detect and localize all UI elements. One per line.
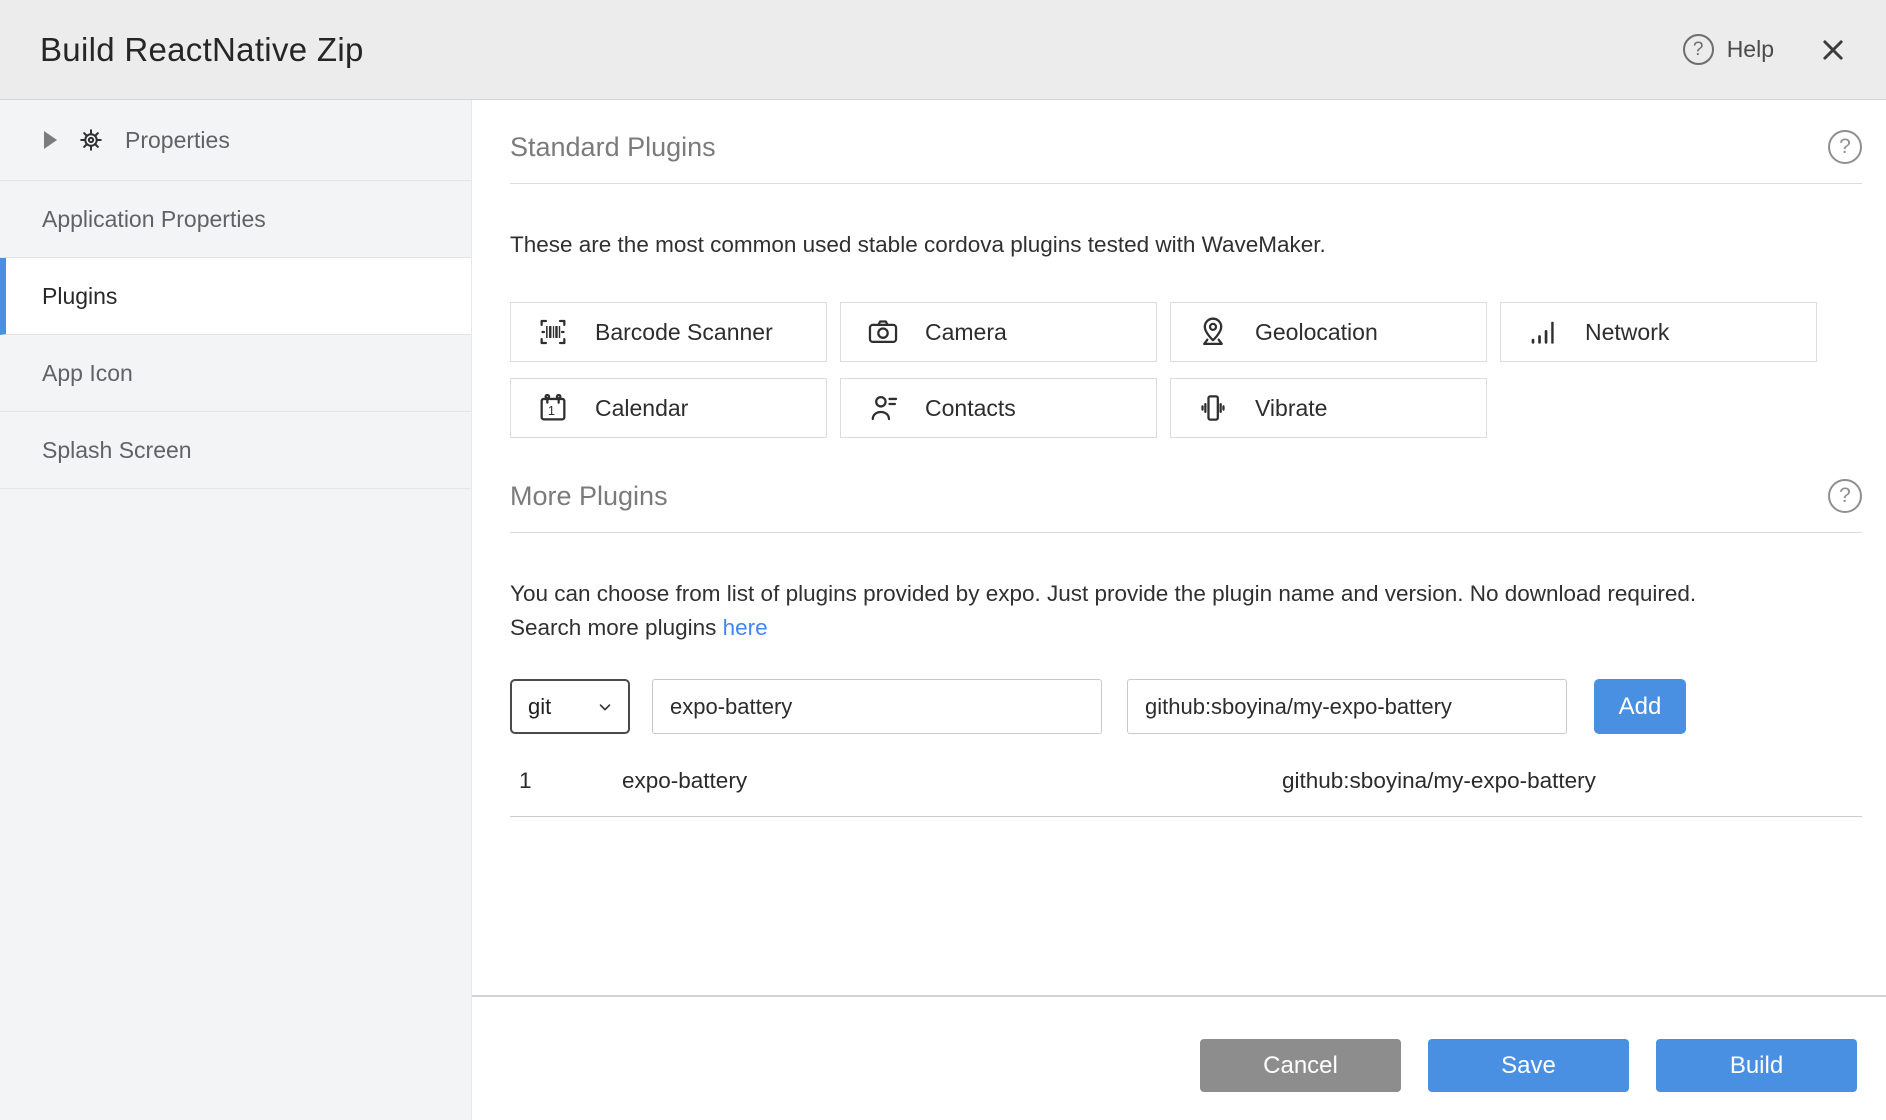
plugin-row-index: 1 xyxy=(510,768,622,794)
sidebar-item-label: Splash Screen xyxy=(42,437,192,464)
plugin-card-network[interactable]: Network xyxy=(1500,302,1817,362)
sidebar: Properties Application Properties Plugin… xyxy=(0,100,472,1120)
sidebar-item-label: Application Properties xyxy=(42,206,266,233)
standard-plugins-grid: Barcode Scanner Camera xyxy=(510,302,1862,438)
add-button[interactable]: Add xyxy=(1594,679,1686,734)
plugin-card-label: Camera xyxy=(925,319,1007,346)
build-reactnative-dialog: Build ReactNative Zip ? Help Properties xyxy=(0,0,1886,1120)
plugin-card-label: Calendar xyxy=(595,395,688,422)
add-plugin-form: git Add xyxy=(510,679,1862,734)
network-icon xyxy=(1526,315,1560,349)
plugin-card-label: Network xyxy=(1585,319,1669,346)
description-line2-prefix: Search more plugins xyxy=(510,615,723,640)
help-button[interactable]: ? Help xyxy=(1683,34,1774,65)
standard-plugins-title: Standard Plugins xyxy=(510,132,716,163)
build-button[interactable]: Build xyxy=(1656,1039,1857,1092)
plugin-list-row[interactable]: 1 expo-battery github:sboyina/my-expo-ba… xyxy=(510,754,1862,817)
sidebar-item-splash-screen[interactable]: Splash Screen xyxy=(0,412,471,489)
chevron-down-icon xyxy=(596,698,614,716)
close-button[interactable] xyxy=(1818,35,1848,65)
svg-text:1: 1 xyxy=(548,403,555,418)
dialog-title: Build ReactNative Zip xyxy=(40,31,364,69)
barcode-icon xyxy=(536,315,570,349)
plugin-name-input[interactable] xyxy=(652,679,1102,734)
plugin-source-select[interactable]: git xyxy=(510,679,630,734)
plugin-row-name: expo-battery xyxy=(622,768,1282,794)
dialog-footer: Cancel Save Build xyxy=(472,995,1886,1120)
camera-icon xyxy=(866,315,900,349)
plugin-card-contacts[interactable]: Contacts xyxy=(840,378,1157,438)
search-plugins-link[interactable]: here xyxy=(723,615,768,640)
more-plugins-title: More Plugins xyxy=(510,481,668,512)
plugin-card-label: Contacts xyxy=(925,395,1016,422)
sidebar-item-app-icon[interactable]: App Icon xyxy=(0,335,471,412)
description-line2: Search more plugins here xyxy=(510,611,1862,645)
plugin-card-label: Barcode Scanner xyxy=(595,319,773,346)
plugin-card-geolocation[interactable]: Geolocation xyxy=(1170,302,1487,362)
sidebar-item-properties[interactable]: Properties xyxy=(0,100,471,181)
sidebar-item-plugins[interactable]: Plugins xyxy=(0,258,471,335)
more-plugins-header: More Plugins ? xyxy=(510,479,1862,513)
more-plugins-help-icon[interactable]: ? xyxy=(1828,479,1862,513)
dialog-body: Properties Application Properties Plugin… xyxy=(0,100,1886,1120)
description-line1: You can choose from list of plugins prov… xyxy=(510,577,1862,611)
plugin-list: 1 expo-battery github:sboyina/my-expo-ba… xyxy=(510,754,1862,817)
cancel-button[interactable]: Cancel xyxy=(1200,1039,1401,1092)
save-button[interactable]: Save xyxy=(1428,1039,1629,1092)
close-icon xyxy=(1818,35,1848,65)
contacts-icon xyxy=(866,391,900,425)
expand-arrow-icon[interactable] xyxy=(44,131,57,149)
plugin-source-value: git xyxy=(528,694,551,720)
standard-plugins-header: Standard Plugins ? xyxy=(510,130,1862,164)
divider xyxy=(510,183,1862,184)
plugin-card-camera[interactable]: Camera xyxy=(840,302,1157,362)
help-icon: ? xyxy=(1683,34,1714,65)
plugin-row-version: github:sboyina/my-expo-battery xyxy=(1282,768,1862,794)
standard-plugins-description: These are the most common used stable co… xyxy=(510,228,1862,262)
main-content: Standard Plugins ? These are the most co… xyxy=(472,100,1886,817)
plugin-version-input[interactable] xyxy=(1127,679,1567,734)
plugin-card-label: Geolocation xyxy=(1255,319,1378,346)
plugin-card-label: Vibrate xyxy=(1255,395,1327,422)
gear-icon xyxy=(76,125,106,155)
header-actions: ? Help xyxy=(1683,34,1848,65)
divider xyxy=(510,532,1862,533)
sidebar-item-label: Properties xyxy=(125,127,230,154)
more-plugins-description: You can choose from list of plugins prov… xyxy=(510,577,1862,645)
plugin-card-barcode-scanner[interactable]: Barcode Scanner xyxy=(510,302,827,362)
plugin-card-vibrate[interactable]: Vibrate xyxy=(1170,378,1487,438)
sidebar-item-label: Plugins xyxy=(42,283,117,310)
standard-plugins-help-icon[interactable]: ? xyxy=(1828,130,1862,164)
calendar-icon: 1 xyxy=(536,391,570,425)
plugin-card-calendar[interactable]: 1 Calendar xyxy=(510,378,827,438)
main-panel: Standard Plugins ? These are the most co… xyxy=(472,100,1886,1120)
sidebar-item-application-properties[interactable]: Application Properties xyxy=(0,181,471,258)
sidebar-item-label: App Icon xyxy=(42,360,133,387)
geolocation-icon xyxy=(1196,315,1230,349)
vibrate-icon xyxy=(1196,391,1230,425)
dialog-header: Build ReactNative Zip ? Help xyxy=(0,0,1886,100)
help-label: Help xyxy=(1727,36,1774,63)
